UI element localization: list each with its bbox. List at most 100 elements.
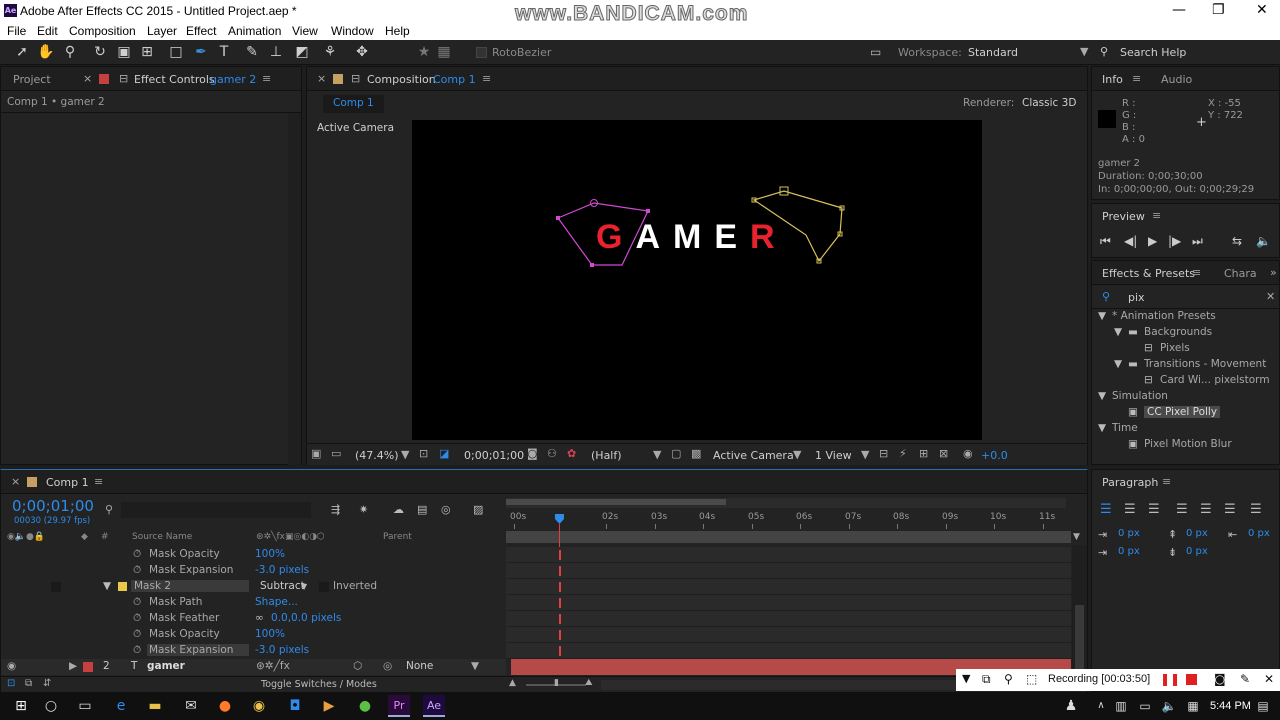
toggle-pixel-aspect-icon[interactable]: ⊟: [879, 447, 888, 460]
stopwatch-icon[interactable]: ⏱: [133, 644, 141, 657]
first-frame-icon[interactable]: ⏮: [1100, 234, 1111, 249]
effects-tree-item[interactable]: ▼ * Animation Presets: [1092, 309, 1278, 325]
rotate-tool-icon[interactable]: ↻: [90, 43, 110, 62]
tab-effect-target[interactable]: gamer 2: [210, 73, 256, 86]
pause-icon[interactable]: ❚❚: [1160, 672, 1180, 686]
comp-marker-bin-icon[interactable]: ▼: [1073, 532, 1080, 542]
panel-menu-icon[interactable]: ≡: [482, 72, 491, 85]
mask-property-row[interactable]: ⏱ Mask Feather ∞ 0.0,0.0 pixels: [1, 611, 506, 627]
timeline-scrollbar[interactable]: [1072, 545, 1087, 675]
space-before-value[interactable]: 0 px: [1186, 528, 1208, 539]
menu-effect[interactable]: Effect: [186, 24, 216, 38]
property-value[interactable]: Shape...: [255, 596, 298, 608]
clone-stamp-tool-icon[interactable]: ⊥: [266, 43, 286, 62]
mask-name[interactable]: Mask 2: [131, 580, 249, 592]
label-color[interactable]: [83, 662, 93, 672]
close-icon[interactable]: ✕: [1264, 672, 1274, 686]
zoom-tool-icon[interactable]: ⚲: [60, 43, 80, 62]
always-preview-icon[interactable]: ▣: [311, 447, 321, 460]
after-effects-taskbar-icon[interactable]: Ae: [423, 695, 445, 717]
pencil-icon[interactable]: ✎: [1240, 672, 1250, 686]
property-track[interactable]: [506, 563, 1071, 579]
mail-icon[interactable]: ✉: [182, 697, 200, 715]
monitor-icon[interactable]: ▭: [331, 447, 341, 460]
mask-overlay[interactable]: [412, 120, 982, 440]
panel-menu-icon[interactable]: ≡: [1152, 209, 1161, 222]
menu-layer[interactable]: Layer: [147, 24, 177, 38]
stopwatch-icon[interactable]: ⏱: [133, 548, 141, 561]
align-right-icon[interactable]: ☰: [1148, 502, 1160, 517]
property-value[interactable]: 100%: [255, 628, 285, 640]
timeline-search-input[interactable]: [121, 502, 311, 518]
property-name[interactable]: Mask Opacity: [149, 548, 220, 560]
maximize-icon[interactable]: ❐: [1212, 2, 1225, 18]
people-icon[interactable]: ♟: [1062, 697, 1080, 715]
battery-icon[interactable]: ▭: [1136, 697, 1154, 715]
property-track[interactable]: [506, 627, 1071, 643]
view-dropdown-icon[interactable]: ▼: [861, 448, 869, 461]
play-icon[interactable]: ▶: [1148, 234, 1157, 248]
mask-property-row[interactable]: ⏱ Mask Path Shape...: [1, 595, 506, 611]
roto-brush-tool-icon[interactable]: ⚘: [320, 43, 340, 62]
source-name-header[interactable]: Source Name: [132, 532, 192, 542]
expression-marker[interactable]: [559, 646, 561, 656]
next-frame-icon[interactable]: |▶: [1168, 234, 1181, 248]
lock-icon[interactable]: ⊟: [119, 72, 128, 85]
camera-tool-icon[interactable]: ▣: [114, 43, 134, 62]
loop-icon[interactable]: ⇆: [1232, 234, 1242, 248]
show-snapshot-icon[interactable]: ⚇: [547, 447, 557, 460]
pan-behind-tool-icon[interactable]: ⊞: [137, 43, 157, 62]
media-player-icon[interactable]: ▶: [320, 697, 338, 715]
property-value[interactable]: -3.0 pixels: [255, 644, 309, 656]
comp-subtab[interactable]: Comp 1: [323, 95, 384, 113]
effects-tree-item[interactable]: ▼ Simulation: [1092, 389, 1278, 405]
zoom-out-icon[interactable]: ▲: [509, 678, 516, 688]
prev-frame-icon[interactable]: ◀|: [1124, 234, 1137, 248]
effects-tree-item[interactable]: ▼ ▬ Transitions - Movement: [1092, 357, 1278, 373]
inverted-checkbox[interactable]: [319, 582, 329, 592]
more-tabs-icon[interactable]: »: [1270, 266, 1277, 279]
panel-menu-icon[interactable]: ≡: [1192, 266, 1201, 279]
puppet-pin-tool-icon[interactable]: ✥: [352, 43, 372, 62]
tab-audio[interactable]: Audio: [1161, 73, 1192, 86]
search-help-input[interactable]: Search Help: [1120, 46, 1186, 59]
channel-icon[interactable]: ✿: [567, 447, 576, 460]
work-area-bar[interactable]: [506, 498, 1066, 508]
draft-3d-icon[interactable]: ✷: [359, 503, 368, 516]
mask-1-vertex[interactable]: [590, 263, 594, 267]
justify-right-icon[interactable]: ☰: [1224, 502, 1236, 517]
dropdown-icon[interactable]: ▼: [301, 582, 307, 591]
chrome-icon[interactable]: ◉: [250, 697, 268, 715]
twirl-open-icon[interactable]: ▼: [1098, 310, 1106, 322]
app-icon[interactable]: ●: [356, 697, 374, 715]
minimize-icon[interactable]: —: [1172, 2, 1186, 18]
tab-character[interactable]: Chara: [1224, 267, 1257, 280]
zoom-in-icon[interactable]: ⛰: [585, 678, 593, 688]
expression-marker[interactable]: [559, 566, 561, 576]
menu-view[interactable]: View: [292, 24, 318, 38]
clear-search-icon[interactable]: ✕: [1266, 290, 1275, 303]
zoom-slider-thumb[interactable]: ▮: [554, 678, 559, 688]
property-value[interactable]: -3.0 pixels: [255, 564, 309, 576]
comp-viewer[interactable]: GAMER: [412, 120, 982, 440]
mask-1-vertex[interactable]: [556, 216, 560, 220]
effects-tree-item[interactable]: ▼ Time: [1092, 421, 1278, 437]
lock-checkbox[interactable]: [51, 582, 61, 592]
link-icon[interactable]: ∞: [255, 612, 264, 624]
mask-property-row[interactable]: ⏱ Mask Expansion -3.0 pixels: [1, 643, 506, 659]
selection-tool-icon[interactable]: ➚: [12, 43, 32, 62]
menu-help[interactable]: Help: [385, 24, 410, 38]
property-name[interactable]: Mask Opacity: [149, 628, 220, 640]
eraser-tool-icon[interactable]: ◩: [292, 43, 312, 62]
mask-property-row[interactable]: ⏱ Mask Expansion -3.0 pixels: [1, 563, 506, 579]
windows-start-icon[interactable]: ⊞: [12, 697, 30, 715]
view-layout-select[interactable]: 1 View: [815, 449, 852, 462]
pen-tool-icon[interactable]: ✒: [191, 43, 211, 62]
effects-tree-item[interactable]: ⊟ Pixels: [1092, 341, 1278, 357]
tab-project[interactable]: Project: [13, 73, 51, 86]
notifications-icon[interactable]: ▤: [1254, 697, 1272, 715]
camera-icon[interactable]: ◙: [1214, 672, 1226, 686]
collapse-icon[interactable]: ▼: [962, 672, 970, 685]
property-track[interactable]: [506, 579, 1071, 595]
effects-tree-item[interactable]: ▣ CC Pixel Polly: [1092, 405, 1278, 421]
